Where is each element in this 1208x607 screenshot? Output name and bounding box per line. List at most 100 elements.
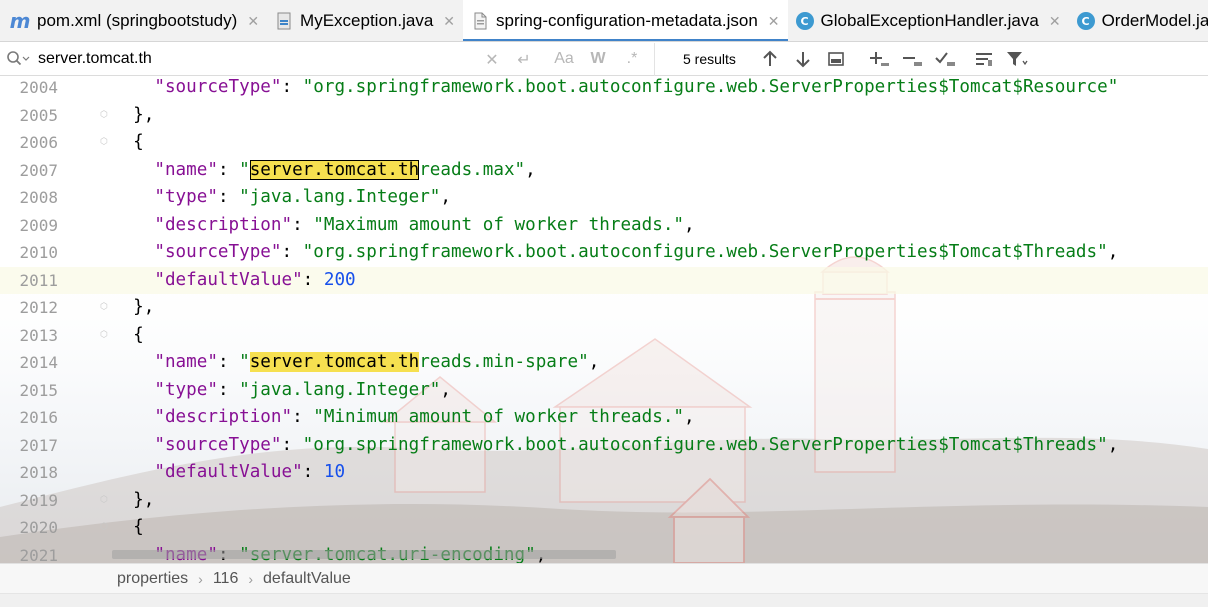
code-token: reads.min-spare" — [419, 352, 589, 372]
code-token: "Maximum amount of worker threads." — [313, 214, 684, 235]
tab-pom-xml[interactable]: m pom.xml (springbootstudy) ✕ — [0, 0, 267, 41]
code-line[interactable]: 2019 ⬡ }, — [0, 487, 1208, 515]
code-line[interactable]: 2017 "sourceType": "org.springframework.… — [0, 432, 1208, 460]
filter-lines-icon[interactable] — [967, 45, 1000, 73]
search-match-highlight: server.tomcat.th — [249, 352, 420, 372]
close-icon[interactable]: ✕ — [247, 13, 259, 30]
new-line-icon[interactable]: ↵ — [510, 45, 538, 73]
code-token: "org.springframework.boot.autoconfigure.… — [302, 77, 1119, 97]
chevron-right-icon: › — [248, 570, 254, 587]
tab-label: pom.xml (springbootstudy) — [37, 11, 238, 30]
code-token: : — [217, 187, 240, 207]
code-token: "name" — [154, 352, 218, 372]
code-token: : — [281, 242, 303, 262]
search-input[interactable] — [38, 50, 478, 68]
code-line[interactable]: 2012 ⬡ }, — [0, 294, 1208, 322]
select-all-occurrences-icon[interactable] — [819, 45, 852, 73]
class-c-icon: C — [1076, 12, 1095, 30]
code-line[interactable]: 2005 ⬡ }, — [0, 102, 1208, 130]
fold-marker-icon[interactable]: ⬡ — [99, 522, 109, 533]
regex-icon[interactable]: .* — [618, 45, 646, 73]
clear-icon[interactable]: ✕ — [478, 45, 506, 73]
horizontal-scrollbar[interactable] — [112, 550, 616, 559]
code-token: " — [239, 159, 250, 180]
code-line[interactable]: 2018 "defaultValue": 10 — [0, 459, 1208, 487]
status-strip — [0, 593, 1208, 607]
close-icon[interactable]: ✕ — [443, 13, 455, 30]
code-line[interactable]: 2010 "sourceType": "org.springframework.… — [0, 239, 1208, 267]
breadcrumb-item-index[interactable]: 116 — [213, 570, 239, 588]
line-number: 2020 — [19, 518, 58, 537]
code-token: "type" — [154, 187, 218, 207]
tab-globalexceptionhandler-java[interactable]: C GlobalExceptionHandler.java ✕ — [788, 0, 1069, 41]
code-token: "defaultValue" — [154, 269, 303, 290]
fold-marker-icon[interactable]: ⬡ — [99, 137, 109, 148]
code-line[interactable]: 2020 ⬡ { — [0, 514, 1208, 542]
code-token: " — [239, 352, 250, 372]
code-token: "description" — [154, 407, 293, 427]
code-token: "name" — [154, 159, 218, 180]
fold-marker-icon[interactable]: ⬡ — [99, 330, 109, 341]
whole-words-icon[interactable]: W — [584, 45, 612, 73]
code-token: }, — [112, 297, 155, 317]
match-case-icon[interactable]: Aa — [550, 45, 578, 73]
tab-label: spring-configuration-metadata.json — [496, 11, 758, 30]
breadcrumb-item-properties[interactable]: properties — [117, 570, 188, 588]
code-line[interactable]: 2006 ⬡ { — [0, 129, 1208, 157]
select-all-checkbox-icon[interactable] — [928, 45, 961, 73]
next-occurrence-icon[interactable] — [786, 45, 819, 73]
remove-occurrence-icon[interactable] — [895, 45, 928, 73]
fold-marker-icon[interactable]: ⬡ — [99, 110, 109, 121]
code-line[interactable]: 2007 "name": "server.tomcat.threads.max"… — [0, 157, 1208, 185]
code-line[interactable]: 2004 "sourceType": "org.springframework.… — [0, 77, 1208, 102]
code-token: , — [440, 187, 451, 207]
tab-label: MyException.java — [300, 11, 434, 30]
filter-icon[interactable] — [1000, 45, 1033, 73]
code-text: "description": "Maximum amount of worker… — [112, 212, 695, 240]
code-line[interactable]: 2009 "description": "Maximum amount of w… — [0, 212, 1208, 240]
previous-occurrence-icon[interactable] — [753, 45, 786, 73]
code-token: 200 — [323, 269, 356, 290]
code-token: "defaultValue" — [154, 462, 303, 482]
tab-label: OrderModel.java — [1101, 11, 1208, 30]
code-line[interactable]: 2011 "defaultValue": 200 — [0, 266, 1208, 294]
tab-ordermodel-java[interactable]: C OrderModel.java — [1069, 0, 1208, 41]
search-history-icon[interactable] — [6, 50, 30, 68]
close-icon[interactable]: ✕ — [768, 13, 780, 30]
code-token: "description" — [154, 214, 293, 235]
code-line[interactable]: 2015 "type": "java.lang.Integer", — [0, 377, 1208, 405]
code-token: { — [112, 517, 144, 537]
line-number: 2017 — [19, 435, 58, 455]
tab-spring-configuration-metadata-json[interactable]: spring-configuration-metadata.json ✕ — [463, 0, 788, 41]
fold-marker-icon[interactable]: ⬡ — [99, 302, 109, 313]
close-icon[interactable]: ✕ — [1049, 13, 1061, 30]
tab-myexception-java[interactable]: MyException.java ✕ — [267, 0, 463, 41]
code-lines: 2004 "sourceType": "org.springframework.… — [0, 77, 1208, 563]
code-line[interactable]: 2013 ⬡ { — [0, 322, 1208, 350]
code-line[interactable]: 2014 "name": "server.tomcat.threads.min-… — [0, 349, 1208, 377]
code-line[interactable]: 2016 "description": "Minimum amount of w… — [0, 404, 1208, 432]
code-token: }, — [112, 489, 155, 510]
maven-m-icon: m — [9, 9, 31, 33]
java-file-icon — [275, 12, 293, 30]
line-number: 2016 — [19, 408, 58, 427]
code-token: , — [525, 159, 536, 180]
code-token: "org.springframework.boot.autoconfigure.… — [302, 242, 1108, 262]
line-number: 2018 — [19, 463, 58, 482]
code-token: : — [281, 434, 303, 455]
fold-marker-icon[interactable]: ⬡ — [99, 495, 109, 506]
code-token: , — [684, 407, 695, 427]
code-token: : — [302, 269, 324, 290]
code-editor[interactable]: 2004 "sourceType": "org.springframework.… — [0, 77, 1208, 563]
add-occurrence-icon[interactable] — [862, 45, 895, 73]
code-line[interactable]: 2008 "type": "java.lang.Integer", — [0, 184, 1208, 212]
line-number: 2021 — [19, 545, 58, 564]
code-token: , — [684, 214, 695, 235]
breadcrumb-item-defaultvalue[interactable]: defaultValue — [263, 570, 351, 588]
code-token: : — [292, 407, 314, 427]
